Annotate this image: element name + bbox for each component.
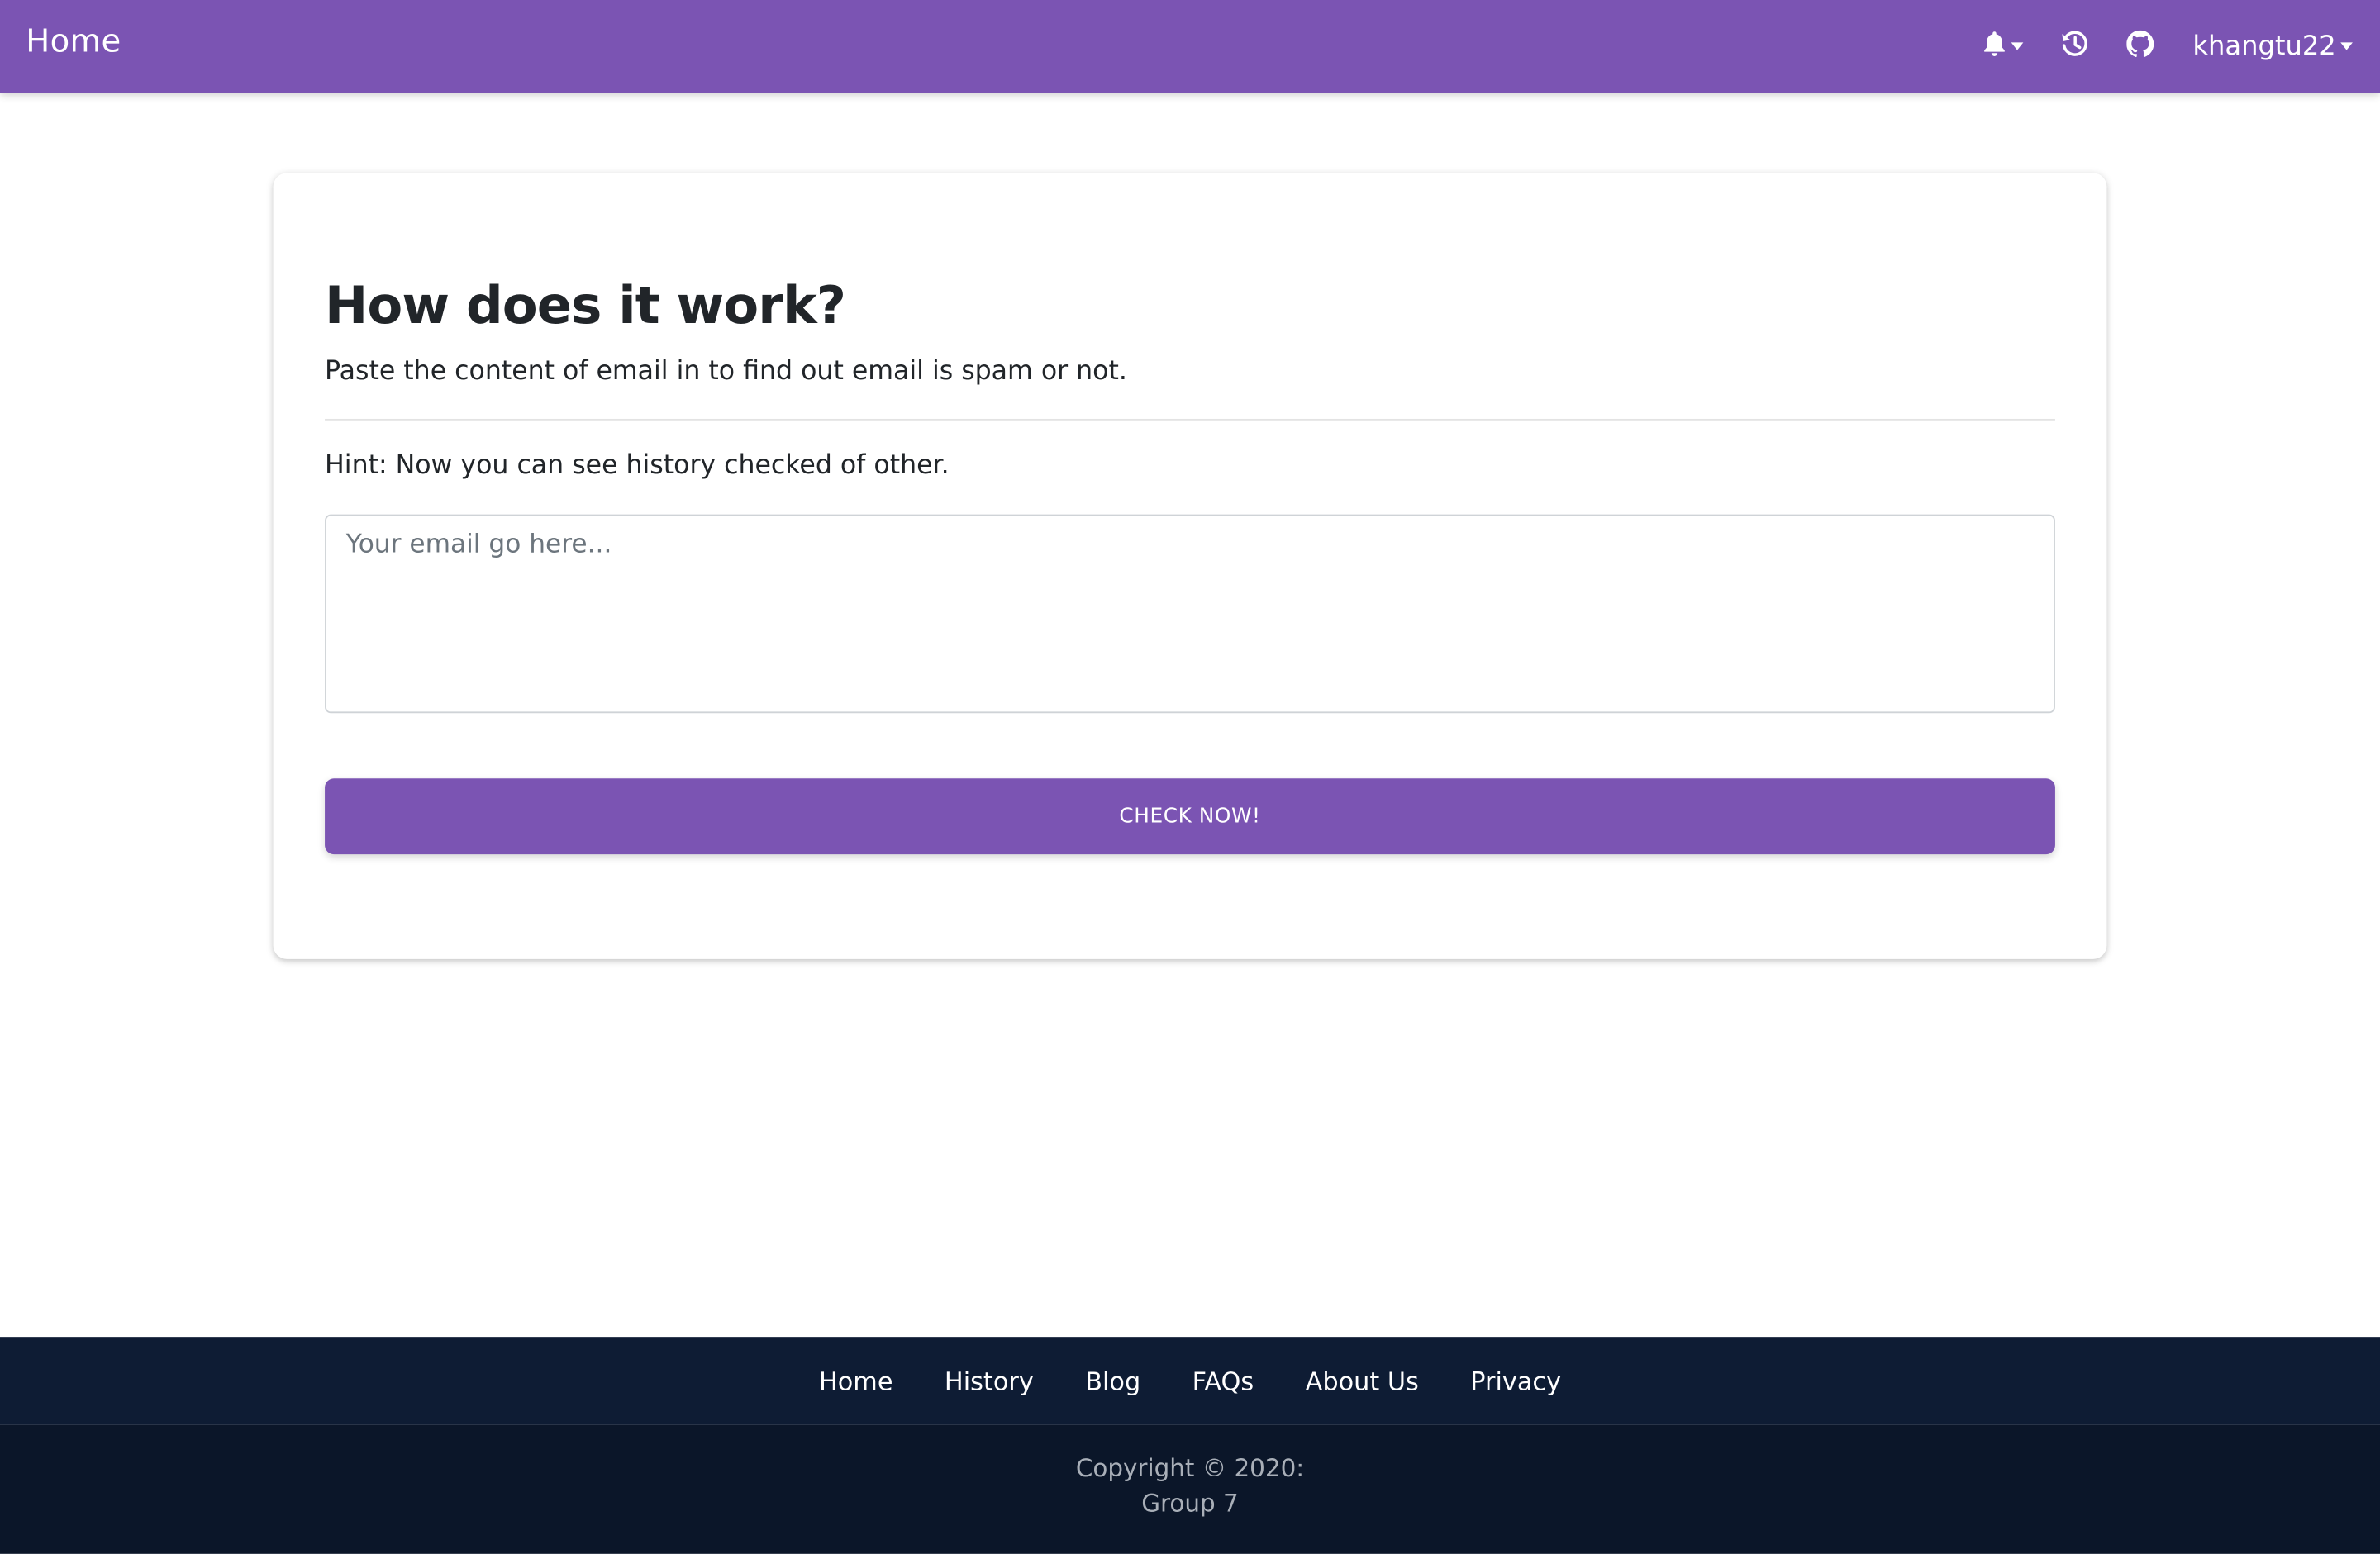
email-content-input[interactable] — [325, 514, 2055, 714]
footer-copyright: Copyright © 2020: Group 7 — [0, 1424, 2380, 1554]
chevron-down-icon — [2010, 42, 2023, 50]
user-menu-dropdown[interactable]: khangtu22 — [2192, 31, 2353, 62]
footer-link-blog[interactable]: Blog — [1085, 1366, 1140, 1395]
top-navbar: Home khangtu22 — [0, 0, 2380, 93]
github-link[interactable] — [2125, 29, 2154, 63]
footer-links: Home History Blog FAQs About Us Privacy — [0, 1337, 2380, 1425]
chevron-down-icon — [2340, 42, 2353, 50]
footer-link-privacy[interactable]: Privacy — [1470, 1366, 1561, 1395]
navbar-actions: khangtu22 — [1982, 0, 2353, 93]
history-icon — [2059, 28, 2090, 64]
copyright-text: Copyright © 2020: — [1075, 1453, 1305, 1483]
page-subtitle: Paste the content of email in to find ou… — [325, 356, 1127, 387]
page-title: How does it work? — [325, 276, 846, 337]
spam-check-card: How does it work? Paste the content of e… — [273, 173, 2107, 959]
brand-home-link[interactable]: Home — [26, 23, 121, 59]
divider — [325, 418, 2055, 421]
history-button[interactable] — [2059, 28, 2090, 64]
bell-icon — [1982, 30, 2006, 63]
username-label: khangtu22 — [2192, 31, 2336, 62]
check-now-button[interactable]: CHECK NOW! — [325, 778, 2055, 855]
notifications-dropdown[interactable] — [1982, 30, 2023, 63]
footer-link-history[interactable]: History — [945, 1366, 1034, 1395]
footer-link-faqs[interactable]: FAQs — [1192, 1366, 1254, 1395]
footer-link-about-us[interactable]: About Us — [1306, 1366, 1419, 1395]
footer-link-home[interactable]: Home — [819, 1366, 893, 1395]
github-icon — [2125, 29, 2154, 63]
copyright-owner: Group 7 — [1141, 1488, 1239, 1518]
hint-text: Hint: Now you can see history checked of… — [325, 450, 950, 482]
app-root: Home khangtu22 How does it work? Paste t… — [0, 0, 2380, 1554]
